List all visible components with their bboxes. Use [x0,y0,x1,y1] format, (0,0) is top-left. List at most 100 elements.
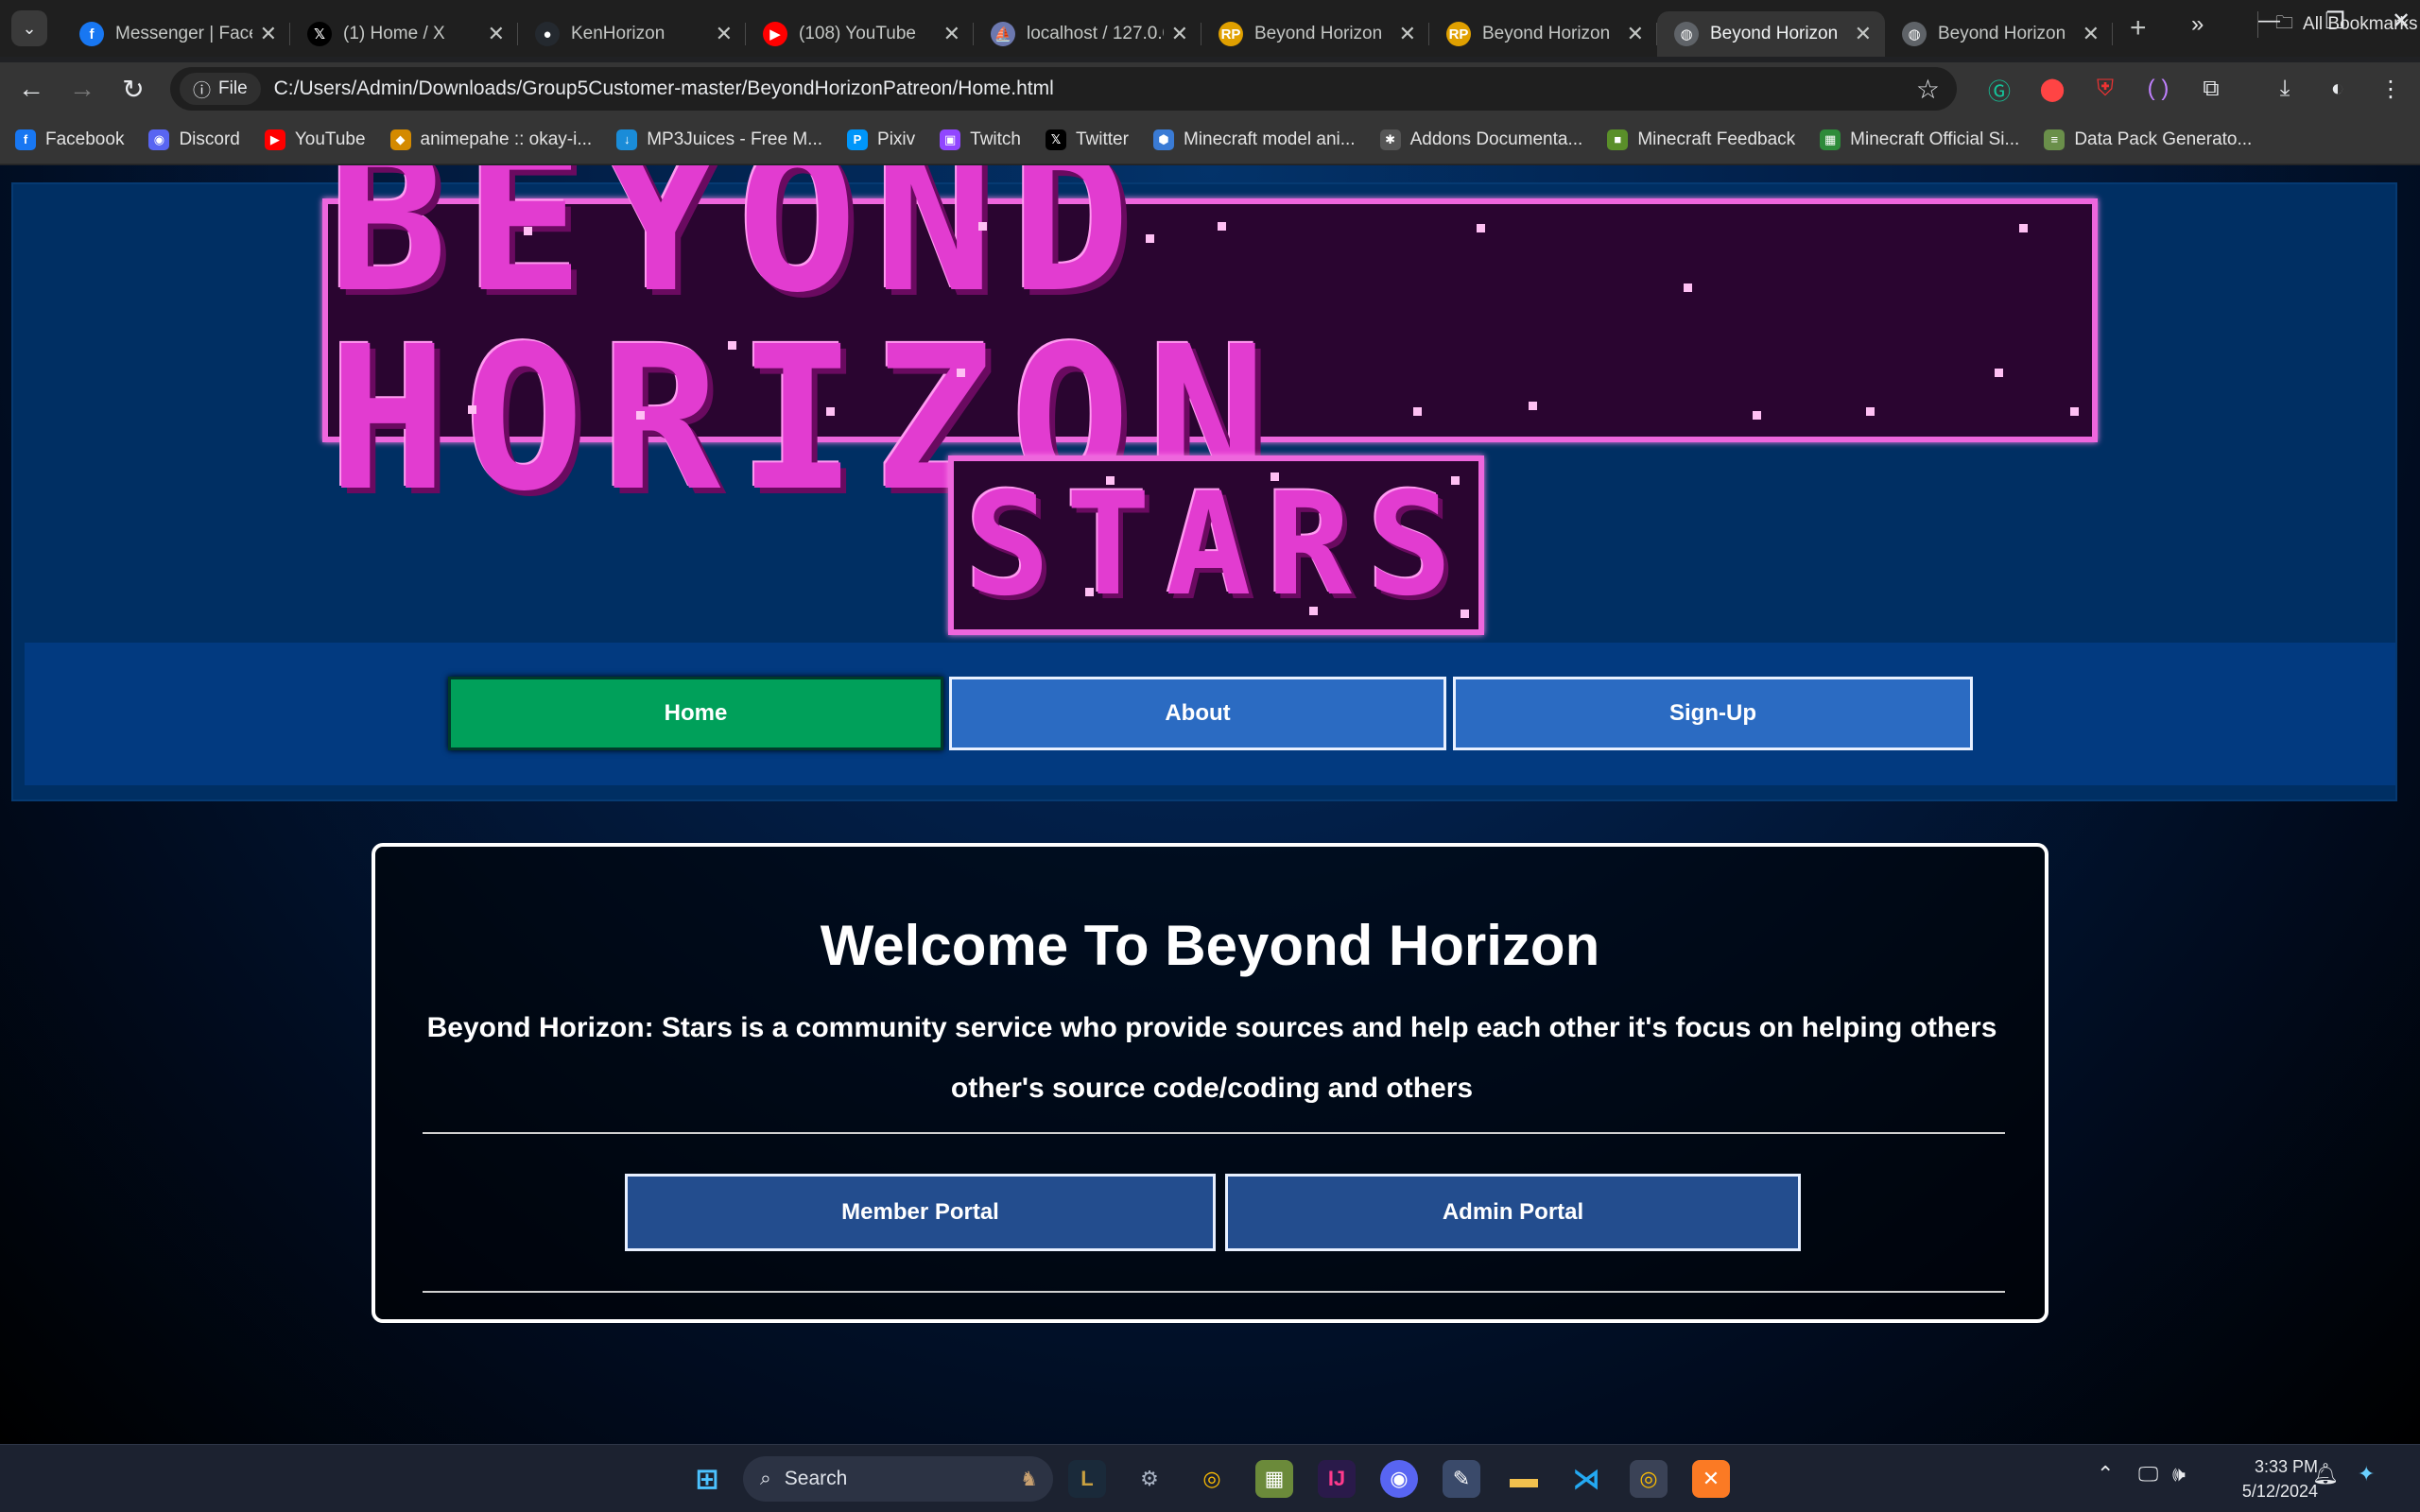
close-tab-icon[interactable]: ✕ [1855,22,1872,46]
bracket-extension-icon[interactable]: ( ) [2144,76,2172,102]
sparkle-decoration [728,341,736,350]
shield-icon[interactable]: ⛨ [2091,76,2119,102]
bookmark-item[interactable]: ✱ Addons Documenta... [1379,129,1582,150]
browser-tab[interactable]: ◍ Beyond Horizon ✕ [1657,11,1885,57]
file-explorer-icon[interactable]: ▬ [1505,1460,1543,1498]
bookmark-item[interactable]: ↓ MP3Juices - Free M... [616,129,822,150]
tab-title: Beyond Horizon [1938,24,2066,43]
puzzle-icon[interactable]: ⧉ [2197,76,2225,102]
browser-tab[interactable]: f Messenger | Facebook ✕ [62,11,290,57]
close-tab-icon[interactable]: ✕ [2083,22,2100,46]
pixiv-icon: P [847,129,869,150]
browser-tab[interactable]: ⛵ localhost / 127.0.0.1 ✕ [974,11,1201,57]
browser-tab[interactable]: ● KenHorizon ✕ [518,11,746,57]
bookmark-item[interactable]: ▣ Twitch [940,129,1021,150]
bookmark-label: MP3Juices - Free M... [647,129,823,149]
bookmark-item[interactable]: 𝕏 Twitter [1046,129,1129,150]
profile-avatar-icon[interactable]: ◐ [2324,76,2352,102]
tab-title: localhost / 127.0.0.1 [1027,24,1164,43]
grammarly-icon[interactable]: Ⓖ [1985,73,2014,106]
vscode-icon[interactable]: ⋊ [1567,1460,1605,1498]
close-tab-icon[interactable]: ✕ [1399,22,1416,46]
bookmarks-overflow-icon[interactable]: » [2191,11,2204,38]
info-icon: ⓘ [193,80,212,101]
bookmark-item[interactable]: ■ Minecraft Feedback [1607,129,1795,150]
site-info-label: File [218,78,248,98]
nav-signup-button[interactable]: Sign-Up [1453,677,1973,750]
chevron-down-icon: ⌄ [22,18,37,38]
address-bar[interactable]: ⓘ File C:/Users/Admin/Downloads/Group5Cu… [170,67,1957,111]
bookmark-label: Minecraft Official Si... [1850,129,2020,149]
close-tab-icon[interactable]: ✕ [1627,22,1644,46]
nav-home-button[interactable]: Home [448,677,943,750]
forward-arrow-icon[interactable]: → [57,74,108,104]
sparkle-decoration [1085,588,1094,596]
url-text[interactable]: C:/Users/Admin/Downloads/Group5Customer-… [274,77,1916,100]
tab-title: Messenger | Facebook [115,24,252,43]
bookmark-label: Minecraft model ani... [1183,129,1356,149]
adblock-icon[interactable]: ⬤ [2038,76,2066,103]
rp-icon: RP [1446,22,1471,46]
intellij-icon[interactable]: IJ [1318,1460,1356,1498]
globe-icon: ◍ [1902,22,1927,46]
site-info-chip[interactable]: ⓘ File [180,73,261,105]
system-clock[interactable]: 3:33 PM 5/12/2024 [2216,1454,2318,1503]
browser-tab[interactable]: 𝕏 (1) Home / X ✕ [290,11,518,57]
facebook-icon: f [79,22,104,46]
bookmark-item[interactable]: ◉ Discord [148,129,240,150]
bookmark-item[interactable]: P Pixiv [847,129,915,150]
sparkle-decoration [1529,402,1537,410]
browser-tab[interactable]: RP Beyond Horizon ✕ [1429,11,1657,57]
nav-about-button[interactable]: About [949,677,1446,750]
discord-icon: ◉ [148,129,170,150]
close-tab-icon[interactable]: ✕ [488,22,505,46]
close-tab-icon[interactable]: ✕ [260,22,277,46]
sparkle-decoration [468,405,476,414]
chrome-icon[interactable]: ◎ [1193,1460,1231,1498]
tab-title: (1) Home / X [343,24,445,43]
discord-icon[interactable]: ◉ [1380,1460,1418,1498]
close-tab-icon[interactable]: ✕ [943,22,960,46]
sparkle-decoration [2019,224,2028,232]
bookmark-label: Facebook [45,129,125,149]
twitch-icon: ▣ [940,129,961,150]
bookmark-item[interactable]: ▶ YouTube [264,129,366,150]
windows-start-icon[interactable]: ⊞ [688,1460,726,1498]
minecraft-icon[interactable]: ▦ [1255,1460,1293,1498]
sparkle-decoration [1461,610,1469,618]
league-icon[interactable]: L [1068,1460,1106,1498]
member-portal-button[interactable]: Member Portal [625,1174,1216,1251]
copilot-icon[interactable]: ✦ [2358,1462,2375,1486]
bookmark-item[interactable]: ⬢ Minecraft model ani... [1152,129,1356,150]
settings-gear-icon[interactable]: ⚙ [1131,1460,1168,1498]
notepad-icon[interactable]: ✎ [1443,1460,1480,1498]
xampp-icon[interactable]: ✕ [1692,1460,1730,1498]
notification-bell-icon[interactable]: 🔔︎ [2312,1462,2339,1486]
browser-tab[interactable]: RP Beyond Horizon ✕ [1201,11,1429,57]
page-viewport: BEYOND HORIZON STARS Home About Sign-Up … [0,165,2420,1444]
bookmark-item[interactable]: ▦ Minecraft Official Si... [1820,129,2019,150]
chrome-active-icon[interactable]: ◎ [1630,1460,1668,1498]
taskbar-search[interactable]: ⌕ Search ♞ [743,1456,1053,1502]
close-tab-icon[interactable]: ✕ [1171,22,1188,46]
admin-portal-button[interactable]: Admin Portal [1225,1174,1801,1251]
bookmark-item[interactable]: ≡ Data Pack Generato... [2044,129,2252,150]
bookmark-item[interactable]: ◆ animepahe :: okay-i... [389,129,592,150]
tab-search-button[interactable]: ⌄ [11,10,47,46]
bookmark-item[interactable]: f Facebook [15,129,124,150]
more-menu-icon[interactable]: ⋮ [2377,76,2405,103]
network-icon[interactable]: 🖵 [2138,1462,2158,1486]
close-tab-icon[interactable]: ✕ [716,22,733,46]
reload-icon[interactable]: ↻ [108,74,159,105]
youtube-icon: ▶ [763,22,787,46]
back-arrow-icon[interactable]: ← [6,74,57,104]
bookmark-star-icon[interactable]: ☆ [1916,74,1940,105]
tray-overflow-icon[interactable]: ⌃ [2097,1462,2114,1486]
new-tab-button[interactable]: + [2130,12,2147,44]
browser-tab[interactable]: ◍ Beyond Horizon ✕ [1885,11,2113,57]
browser-tab[interactable]: ▶ (108) YouTube ✕ [746,11,974,57]
all-bookmarks-button[interactable]: 🗀 All Bookmarks [2257,11,2417,38]
download-icon[interactable]: ⤓ [2271,76,2299,102]
sparkle-decoration [524,227,532,235]
volume-icon[interactable]: 🕪 [2172,1462,2186,1486]
